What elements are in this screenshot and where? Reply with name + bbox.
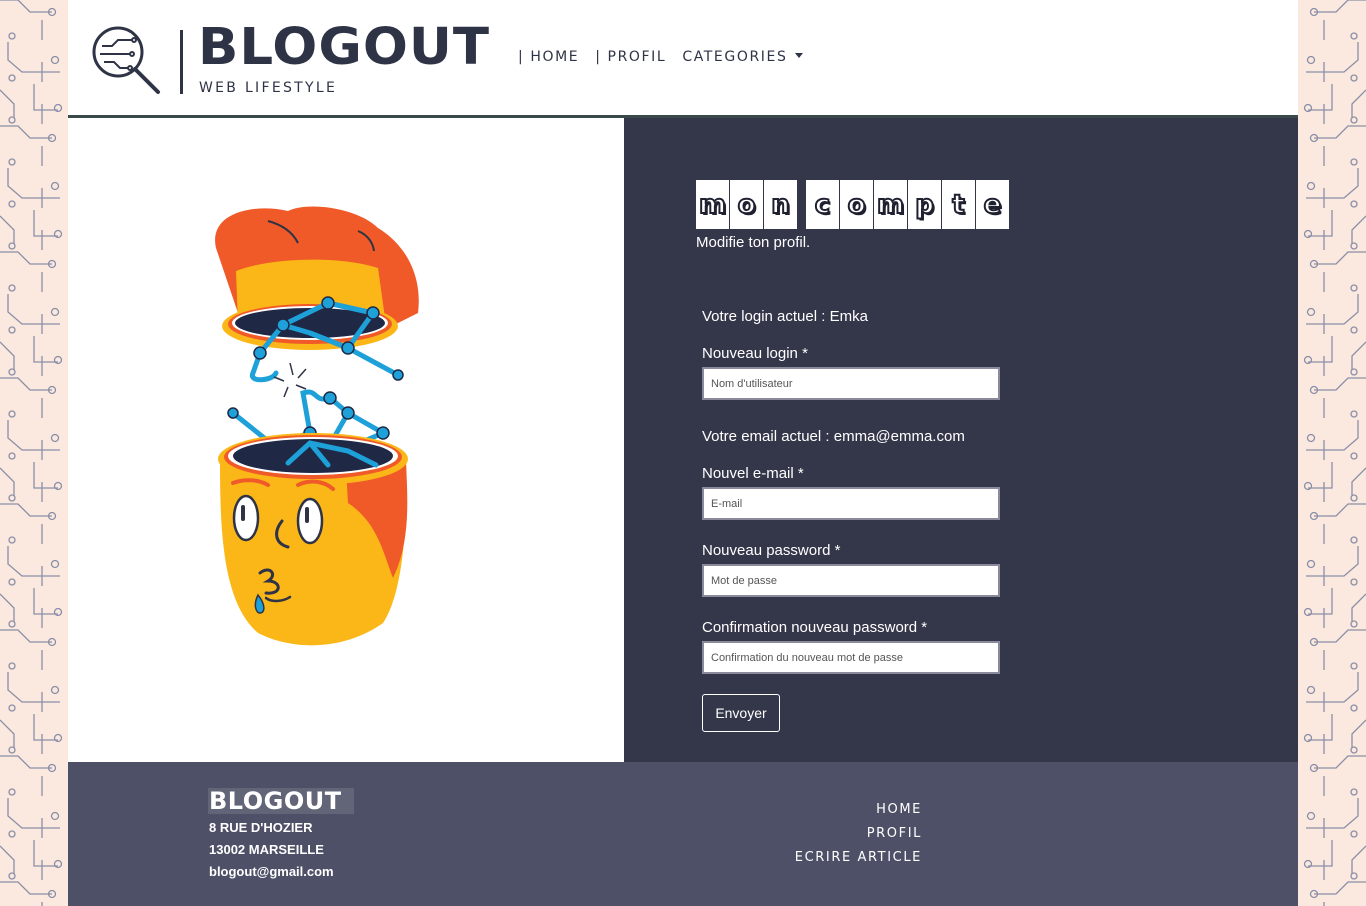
page-container: BLOGOUT WEB LIFESTYLE | HOME | PROFIL CATE…	[68, 0, 1298, 906]
login-input[interactable]	[702, 367, 1000, 400]
nav-categories-dropdown[interactable]: CATEGORIES	[682, 49, 804, 65]
site-footer: BLOGOUT 8 RUE D'HOZIER 13002 MARSEILLE b…	[68, 762, 1298, 906]
site-tagline: WEB LIFESTYLE	[199, 80, 338, 96]
email-label: Nouvel e-mail *	[702, 465, 804, 482]
logo-divider	[180, 30, 183, 94]
title-letter-tile: p	[908, 180, 941, 229]
password-input[interactable]	[702, 564, 1000, 597]
title-letter-tile: m	[696, 180, 729, 229]
footer-links: HOME PROFIL ECRIRE ARTICLE	[795, 798, 922, 870]
title-word-gap	[798, 180, 806, 229]
footer-logo[interactable]: BLOGOUT	[208, 787, 354, 815]
title-letter-tile: n	[764, 180, 797, 229]
magnifier-circuit-icon[interactable]	[92, 26, 162, 96]
page-subtitle: Modifie ton profil.	[696, 234, 811, 251]
main-nav: | HOME | PROFIL CATEGORIES	[518, 49, 819, 65]
account-panel: moncompte Modifie ton profil. Votre logi…	[624, 118, 1298, 762]
title-letter-tile: t	[942, 180, 975, 229]
caret-down-icon	[795, 53, 804, 58]
page-title: moncompte	[696, 180, 1010, 229]
title-letter-tile: m	[874, 180, 907, 229]
title-letter-tile: o	[730, 180, 763, 229]
password-label: Nouveau password *	[702, 542, 841, 559]
illustration-area	[68, 118, 624, 762]
confirm-password-label: Confirmation nouveau password *	[702, 619, 928, 636]
current-login-text: Votre login actuel : Emka	[702, 308, 868, 325]
login-label: Nouveau login *	[702, 345, 808, 362]
account-form: Votre login actuel : Emka Nouveau login …	[702, 308, 1022, 732]
footer-link-ecrire-article[interactable]: ECRIRE ARTICLE	[795, 846, 922, 870]
site-header: BLOGOUT WEB LIFESTYLE | HOME | PROFIL CATE…	[68, 0, 1298, 118]
footer-link-profil[interactable]: PROFIL	[795, 822, 922, 846]
email-input[interactable]	[702, 487, 1000, 520]
nav-home[interactable]: | HOME	[518, 49, 579, 65]
footer-address-line1: 8 RUE D'HOZIER	[209, 820, 313, 835]
submit-button[interactable]: Envoyer	[702, 694, 780, 732]
site-logo[interactable]: BLOGOUT	[198, 22, 490, 72]
title-letter-tile: c	[806, 180, 839, 229]
title-letter-tile: o	[840, 180, 873, 229]
footer-address-line2: 13002 MARSEILLE	[209, 842, 324, 857]
title-letter-tile: e	[976, 180, 1009, 229]
circuit-pattern-left	[0, 0, 63, 906]
footer-link-home[interactable]: HOME	[795, 798, 922, 822]
current-email-text: Votre email actuel : emma@emma.com	[702, 428, 965, 445]
nav-profil[interactable]: | PROFIL	[595, 49, 666, 65]
footer-email[interactable]: blogout@gmail.com	[209, 864, 334, 879]
open-head-brain-illustration	[215, 206, 419, 646]
confirm-password-input[interactable]	[702, 641, 1000, 674]
circuit-pattern-right	[1303, 0, 1366, 906]
